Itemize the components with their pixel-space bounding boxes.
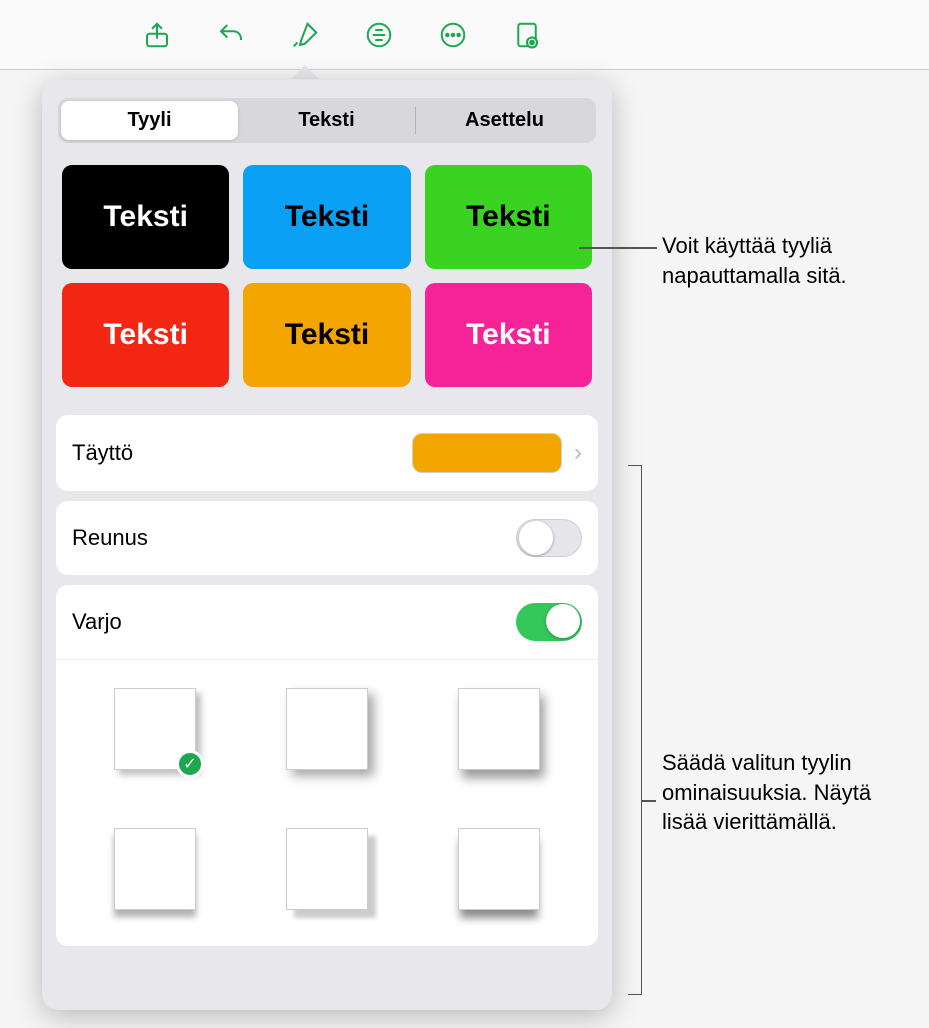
style-preset-orange[interactable]: Teksti (243, 283, 410, 387)
switch-knob (519, 521, 553, 555)
callout-bracket (628, 465, 642, 995)
style-presets-grid: Teksti Teksti Teksti Teksti Teksti Tekst… (42, 155, 612, 405)
fill-label: Täyttö (72, 440, 412, 466)
shadow-toggle[interactable] (516, 603, 582, 641)
shadow-preview (458, 828, 540, 910)
tab-layout[interactable]: Asettelu (416, 101, 593, 140)
format-popover: Tyyli Teksti Asettelu Teksti Teksti Teks… (42, 80, 612, 1010)
shadow-preset-1[interactable]: ✓ (84, 674, 226, 784)
style-preset-red[interactable]: Teksti (62, 283, 229, 387)
toolbar (0, 0, 929, 70)
more-button[interactable] (431, 13, 475, 57)
switch-knob (546, 604, 580, 638)
shadow-preset-2[interactable] (256, 674, 398, 784)
shadow-preview (286, 688, 368, 770)
border-row: Reunus (56, 501, 598, 575)
tab-segmented-control: Tyyli Teksti Asettelu (58, 98, 596, 143)
shadow-preset-5[interactable] (256, 814, 398, 924)
tab-text[interactable]: Teksti (238, 101, 415, 140)
style-preset-blue[interactable]: Teksti (243, 165, 410, 269)
callout-apply-style: Voit käyttää tyyliä napauttamalla sitä. (662, 231, 912, 290)
fill-section: Täyttö › (56, 415, 598, 491)
shadow-preset-3[interactable] (428, 674, 570, 784)
shadow-row: Varjo (56, 585, 598, 659)
check-icon: ✓ (176, 750, 204, 778)
shadow-section: Varjo ✓ (56, 585, 598, 946)
shadow-preset-4[interactable] (84, 814, 226, 924)
shadow-preview (114, 828, 196, 910)
undo-button[interactable] (209, 13, 253, 57)
shadow-preview (458, 688, 540, 770)
callout-adjust-props: Säädä valitun tyylin ominaisuuksia. Näyt… (662, 748, 912, 837)
document-settings-button[interactable] (505, 13, 549, 57)
insert-button[interactable] (357, 13, 401, 57)
callout-line (579, 247, 657, 249)
style-preset-black[interactable]: Teksti (62, 165, 229, 269)
shadow-preset-6[interactable] (428, 814, 570, 924)
shadow-label: Varjo (72, 609, 516, 635)
border-section: Reunus (56, 501, 598, 575)
fill-color-swatch[interactable] (412, 433, 562, 473)
share-button[interactable] (135, 13, 179, 57)
border-toggle[interactable] (516, 519, 582, 557)
tab-style[interactable]: Tyyli (61, 101, 238, 140)
fill-row[interactable]: Täyttö › (56, 415, 598, 491)
format-brush-button[interactable] (283, 13, 327, 57)
shadow-preview (286, 828, 368, 910)
border-label: Reunus (72, 525, 516, 551)
chevron-right-icon: › (574, 439, 582, 467)
shadow-presets-grid: ✓ (56, 659, 598, 946)
style-preset-green[interactable]: Teksti (425, 165, 592, 269)
callout-line (642, 800, 656, 802)
style-preset-pink[interactable]: Teksti (425, 283, 592, 387)
